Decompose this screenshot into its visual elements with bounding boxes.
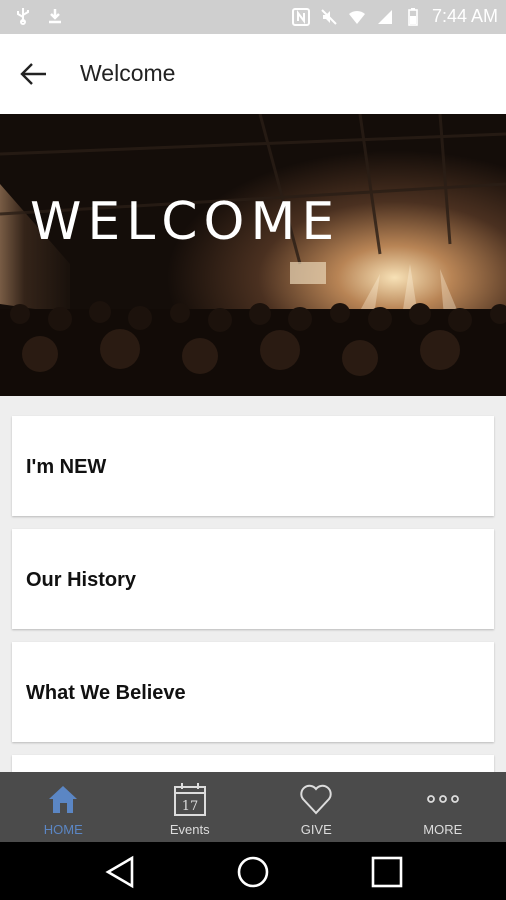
calendar-day: 17 bbox=[181, 799, 198, 814]
calendar-icon: 17 bbox=[173, 783, 206, 816]
back-arrow-icon[interactable] bbox=[16, 56, 52, 92]
nav-back-icon[interactable] bbox=[102, 854, 138, 890]
mute-icon bbox=[321, 8, 337, 25]
page-title: Welcome bbox=[80, 60, 176, 86]
status-bar: 7:44 AM bbox=[0, 0, 506, 34]
bottom-tab-bar: HOME 17 Events GIVE MORE bbox=[0, 772, 506, 842]
download-icon bbox=[49, 9, 61, 24]
nav-home-icon[interactable] bbox=[235, 854, 271, 890]
concert-image bbox=[0, 114, 506, 396]
tab-home[interactable]: HOME bbox=[0, 772, 127, 842]
usb-icon bbox=[17, 8, 29, 25]
battery-icon bbox=[408, 7, 418, 26]
tab-label: Events bbox=[169, 822, 210, 837]
tab-label: HOME bbox=[43, 822, 83, 837]
nav-recents-icon[interactable] bbox=[369, 854, 405, 890]
hero-title: WELCOME bbox=[30, 192, 341, 252]
list-item-label: What We Believe bbox=[26, 682, 186, 704]
tab-events[interactable]: 17 Events bbox=[127, 772, 254, 842]
tab-more[interactable]: MORE bbox=[380, 772, 506, 842]
wifi-icon bbox=[348, 10, 365, 24]
list-item-what-we-believe[interactable]: What We Believe bbox=[12, 642, 494, 742]
list-item-our-history[interactable]: Our History bbox=[12, 529, 494, 629]
system-nav-bar bbox=[0, 842, 506, 900]
app-bar: Welcome bbox=[0, 34, 506, 115]
tab-label: GIVE bbox=[300, 822, 332, 837]
more-dots-icon bbox=[426, 795, 459, 803]
list-item-label: I'm NEW bbox=[26, 456, 107, 478]
list-item-im-new[interactable]: I'm NEW bbox=[12, 416, 494, 516]
heart-icon bbox=[300, 784, 332, 815]
signal-icon bbox=[377, 9, 392, 24]
home-icon bbox=[49, 786, 78, 813]
nfc-icon bbox=[291, 7, 310, 26]
tab-give[interactable]: GIVE bbox=[253, 772, 380, 842]
tab-label: MORE bbox=[423, 822, 463, 837]
list-item-label: Our History bbox=[26, 569, 137, 591]
hero-banner: WELCOME bbox=[0, 114, 506, 396]
status-time: 7:44 AM bbox=[431, 6, 498, 26]
